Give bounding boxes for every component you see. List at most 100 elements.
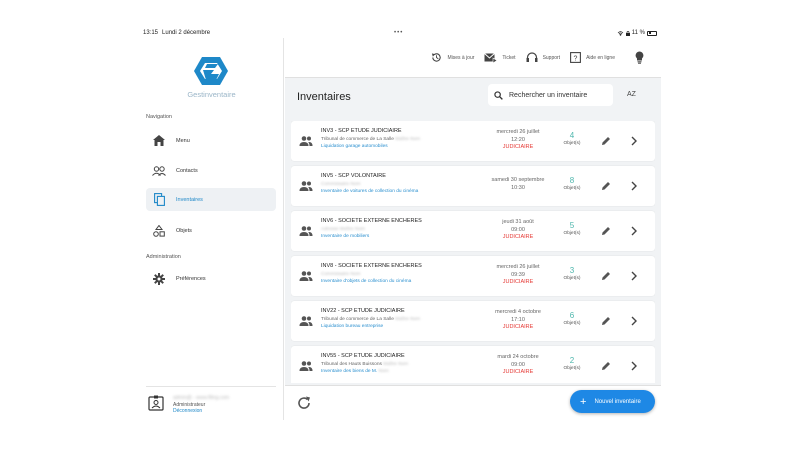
search-icon bbox=[494, 90, 503, 100]
mail-send-icon bbox=[484, 52, 498, 63]
chevron-right-icon[interactable] bbox=[628, 315, 640, 327]
app-window: 13:15 Lundi 2 décembre ••• 11 % Gestinve… bbox=[139, 28, 661, 420]
help-label: Aide en ligne bbox=[586, 54, 615, 61]
sidebar-item-label: Menu bbox=[176, 137, 190, 144]
history-icon bbox=[432, 53, 442, 62]
copy-icon bbox=[152, 193, 166, 207]
object-count: 2 bbox=[569, 356, 575, 365]
top-toolbar: Mises à jour Ticket Support ? Aide en li… bbox=[285, 38, 661, 78]
support-label: Support bbox=[542, 54, 561, 61]
support-button[interactable]: Support bbox=[526, 52, 561, 63]
updates-button[interactable]: Mises à jour bbox=[431, 52, 474, 63]
help-button[interactable]: ? Aide en ligne bbox=[570, 52, 615, 63]
inventory-description: Inventaire de voitures de collection du … bbox=[321, 189, 419, 194]
tips-button[interactable] bbox=[635, 51, 649, 64]
sidebar: Gestinventaire Navigation Menu Contacts … bbox=[139, 38, 284, 420]
wifi-icon bbox=[617, 30, 624, 36]
app-name: Gestinventaire bbox=[187, 90, 236, 99]
id-badge-icon bbox=[148, 395, 164, 411]
inventory-description: Inventaire d'objets de collection du cin… bbox=[321, 279, 412, 284]
inventory-description: Inventaire de mobiliers bbox=[321, 234, 370, 239]
new-inventory-label: Nouvel inventaire bbox=[594, 398, 641, 405]
inventory-ref: INV5 - SCP VOLONTAIRE bbox=[321, 173, 386, 179]
inventory-ref: INV3 - SCP ETUDE JUDICIAIRE bbox=[321, 128, 402, 134]
inventory-ref: INV6 - SOCIETE EXTERNE ENCHERES bbox=[321, 218, 422, 224]
object-count-label: Objet(s) bbox=[563, 186, 581, 191]
inventory-description: Liquidation garage automobiles bbox=[321, 144, 388, 149]
svg-text:?: ? bbox=[574, 55, 578, 62]
updates-label: Mises à jour bbox=[447, 54, 475, 61]
pencil-icon[interactable] bbox=[600, 225, 612, 237]
bottom-bar: + Nouvel inventaire bbox=[285, 385, 661, 420]
sidebar-item-inventaires[interactable]: Inventaires bbox=[146, 188, 276, 211]
sidebar-item-preferences[interactable]: Préférences bbox=[146, 267, 276, 290]
home-icon bbox=[152, 134, 166, 148]
inventory-court: Commissaire Nom bbox=[321, 272, 361, 277]
object-count: 6 bbox=[569, 311, 575, 320]
plus-icon: + bbox=[580, 395, 587, 408]
refresh-icon[interactable] bbox=[296, 395, 312, 411]
chevron-right-icon[interactable] bbox=[628, 270, 640, 282]
headset-icon bbox=[526, 52, 538, 62]
new-inventory-button[interactable]: + Nouvel inventaire bbox=[570, 390, 655, 413]
object-count-label: Objet(s) bbox=[563, 366, 581, 371]
sidebar-item-objets[interactable]: Objets bbox=[146, 219, 276, 242]
inventory-court: Tribunal des Hauts Buissons Maître Nom bbox=[321, 362, 409, 367]
contacts-icon bbox=[152, 164, 166, 178]
object-count: 8 bbox=[569, 176, 575, 185]
admin-section-title: Administration bbox=[146, 254, 181, 260]
people-icon bbox=[299, 226, 313, 236]
sidebar-item-menu[interactable]: Menu bbox=[146, 129, 276, 152]
object-count: 4 bbox=[569, 131, 575, 140]
sidebar-item-contacts[interactable]: Contacts bbox=[146, 159, 276, 182]
inventory-description: Liquidation bureau entreprise bbox=[321, 324, 384, 329]
status-bar: 13:15 Lundi 2 décembre ••• 11 % bbox=[139, 28, 661, 38]
pencil-icon[interactable] bbox=[600, 360, 612, 372]
inventory-list[interactable]: INV3 - SCP ETUDE JUDICIAIRE Tribunal de … bbox=[291, 121, 655, 383]
chevron-right-icon[interactable] bbox=[628, 180, 640, 192]
chevron-right-icon[interactable] bbox=[628, 225, 640, 237]
inventory-court: Tribunal de commerce de La Salle Maître … bbox=[321, 317, 421, 322]
pencil-icon[interactable] bbox=[600, 270, 612, 282]
sidebar-item-label: Préférences bbox=[176, 275, 206, 282]
ticket-label: Ticket bbox=[502, 54, 516, 61]
sidebar-item-label: Objets bbox=[176, 227, 192, 234]
pencil-icon[interactable] bbox=[600, 315, 612, 327]
battery-icon bbox=[647, 30, 657, 36]
people-icon bbox=[299, 271, 313, 281]
people-icon bbox=[299, 316, 313, 326]
multitask-dots[interactable]: ••• bbox=[394, 30, 403, 36]
battery-text: 11 % bbox=[631, 30, 645, 36]
inventory-card[interactable]: INV5 - SCP VOLONTAIRE Commissaire Nom In… bbox=[291, 166, 655, 206]
inventory-card[interactable]: INV55 - SCP ETUDE JUDICIAIRE Tribunal de… bbox=[291, 346, 655, 383]
ticket-button[interactable]: Ticket bbox=[484, 52, 516, 63]
pencil-icon[interactable] bbox=[600, 135, 612, 147]
status-time: 13:15 bbox=[143, 30, 159, 36]
user-panel: admin@ - www.filing.com Administrateur D… bbox=[146, 386, 276, 418]
pencil-icon[interactable] bbox=[600, 180, 612, 192]
page-header: Inventaires Rechercher un inventaire AZ bbox=[285, 78, 661, 115]
inventory-court: Adresse Maître Nom bbox=[321, 227, 365, 232]
inventory-ref: INV22 - SCP ETUDE JUDICIAIRE bbox=[321, 308, 405, 314]
chevron-right-icon[interactable] bbox=[628, 360, 640, 372]
logout-link[interactable]: Déconnexion bbox=[173, 408, 202, 414]
inventory-card[interactable]: INV22 - SCP ETUDE JUDICIAIRE Tribunal de… bbox=[291, 301, 655, 341]
inventory-card[interactable]: INV8 - SOCIETE EXTERNE ENCHERES Commissa… bbox=[291, 256, 655, 296]
people-icon bbox=[299, 361, 313, 371]
inventory-ref: INV55 - SCP ETUDE JUDICIAIRE bbox=[321, 353, 405, 359]
object-count-label: Objet(s) bbox=[563, 231, 581, 236]
people-icon bbox=[299, 181, 313, 191]
inventory-card[interactable]: INV6 - SOCIETE EXTERNE ENCHERES Adresse … bbox=[291, 211, 655, 251]
nav-section-title: Navigation bbox=[146, 114, 172, 120]
chevron-right-icon[interactable] bbox=[628, 135, 640, 147]
inventory-card[interactable]: INV3 - SCP ETUDE JUDICIAIRE Tribunal de … bbox=[291, 121, 655, 161]
sort-az-button[interactable]: AZ bbox=[627, 91, 636, 98]
people-icon bbox=[299, 136, 313, 146]
inventory-datetime: mercredi 26 juillet 09:39 JUDICIAIRE bbox=[496, 264, 540, 285]
inventory-datetime: mercredi 26 juillet 12:20 JUDICIAIRE bbox=[496, 129, 540, 150]
inventory-datetime: samedi 30 septembre 10:30 bbox=[491, 177, 545, 191]
inventory-ref: INV8 - SOCIETE EXTERNE ENCHERES bbox=[321, 263, 422, 269]
object-count: 5 bbox=[569, 221, 575, 230]
search-input[interactable]: Rechercher un inventaire bbox=[488, 84, 613, 106]
inventory-court: Commissaire Nom bbox=[321, 182, 361, 187]
